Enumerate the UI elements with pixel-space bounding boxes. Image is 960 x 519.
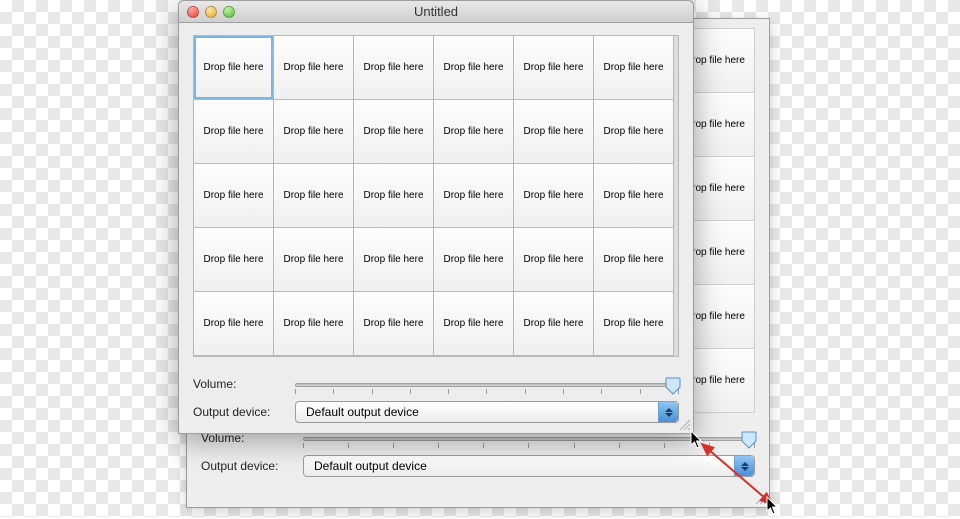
drop-cell[interactable]: Drop file here <box>513 163 594 228</box>
output-device-label: Output device: <box>193 405 285 419</box>
close-icon[interactable] <box>187 6 199 18</box>
drop-cell[interactable]: Drop file here <box>433 291 514 356</box>
resize-grip-icon[interactable] <box>677 417 691 431</box>
titlebar[interactable]: Untitled <box>179 1 693 23</box>
drop-cell[interactable]: Drop file here <box>273 35 354 100</box>
drop-cell[interactable]: Drop file here <box>353 35 434 100</box>
output-device-value: Default output device <box>314 459 427 473</box>
volume-slider[interactable] <box>295 375 679 393</box>
drop-cell[interactable]: Drop file here <box>193 163 274 228</box>
drop-cell[interactable]: Drop file here <box>513 35 594 100</box>
drop-cell[interactable]: Drop file here <box>353 227 434 292</box>
output-device-value: Default output device <box>306 405 419 419</box>
drop-cell[interactable]: Drop file here <box>433 227 514 292</box>
drop-cell[interactable]: Drop file here <box>433 99 514 164</box>
minimize-icon[interactable] <box>205 6 217 18</box>
foreground-window[interactable]: Untitled Drop file hereDrop file hereDro… <box>178 0 694 434</box>
slider-thumb-icon[interactable] <box>741 431 757 449</box>
drop-cell[interactable]: Drop file here <box>193 227 274 292</box>
drop-cell[interactable]: Drop file here <box>273 163 354 228</box>
drop-grid: Drop file hereDrop file hereDrop file he… <box>193 35 679 357</box>
select-stepper-icon <box>658 402 678 422</box>
drop-cell[interactable]: Drop file here <box>593 227 674 292</box>
slider-thumb-icon[interactable] <box>665 377 681 395</box>
resize-grip-icon[interactable] <box>753 491 767 505</box>
drop-cell[interactable]: Drop file here <box>513 291 594 356</box>
drop-cell[interactable]: Drop file here <box>193 35 274 100</box>
drop-cell[interactable]: Drop file here <box>353 99 434 164</box>
drop-cell[interactable]: Drop file here <box>273 99 354 164</box>
select-stepper-icon <box>734 456 754 476</box>
drop-cell[interactable]: Drop file here <box>593 291 674 356</box>
output-device-select[interactable]: Default output device <box>295 401 679 423</box>
zoom-icon[interactable] <box>223 6 235 18</box>
drop-cell[interactable]: Drop file here <box>273 227 354 292</box>
drop-cell[interactable]: Drop file here <box>513 99 594 164</box>
drop-cell[interactable]: Drop file here <box>593 99 674 164</box>
drop-cell[interactable]: Drop file here <box>273 291 354 356</box>
window-title: Untitled <box>179 4 693 19</box>
drop-cell[interactable]: Drop file here <box>353 291 434 356</box>
output-device-label: Output device: <box>201 459 293 473</box>
drop-cell[interactable]: Drop file here <box>193 99 274 164</box>
volume-label: Volume: <box>193 377 285 391</box>
drop-cell[interactable]: Drop file here <box>593 163 674 228</box>
output-device-select[interactable]: Default output device <box>303 455 755 477</box>
drop-cell[interactable]: Drop file here <box>433 35 514 100</box>
drop-cell[interactable]: Drop file here <box>593 35 674 100</box>
drop-cell[interactable]: Drop file here <box>433 163 514 228</box>
drop-cell[interactable]: Drop file here <box>513 227 594 292</box>
drop-cell[interactable]: Drop file here <box>193 291 274 356</box>
drop-cell[interactable]: Drop file here <box>353 163 434 228</box>
